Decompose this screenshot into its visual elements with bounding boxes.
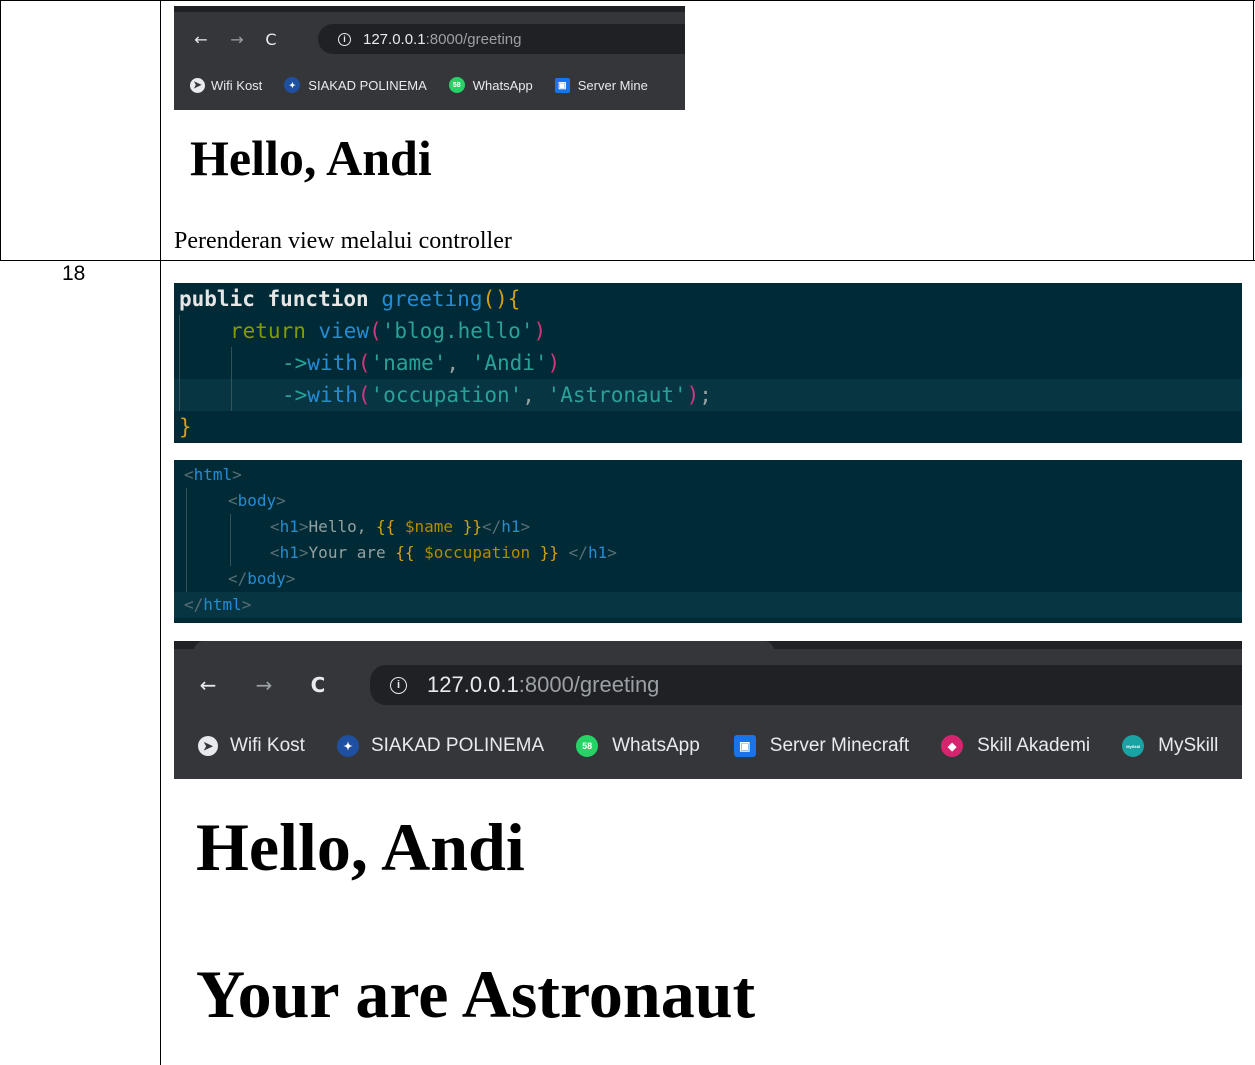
- reload-icon[interactable]: C: [261, 30, 281, 49]
- table-row-divider: [0, 260, 1255, 261]
- table-border-left: [0, 0, 1, 261]
- url-path: :8000/greeting: [425, 30, 522, 48]
- url-path: :8000/greeting: [518, 672, 660, 697]
- bookmark-server-minecraft[interactable]: ▣ Server Minecraft: [733, 735, 909, 757]
- forward-arrow-icon[interactable]: →: [252, 673, 276, 697]
- page-heading-hello: Hello, Andi: [196, 809, 525, 885]
- url-host: 127.0.0.1: [363, 30, 426, 48]
- bookmark-skill-akademi[interactable]: ◆ Skill Akademi: [941, 735, 1090, 757]
- address-bar[interactable]: i 127.0.0.1:8000/greeting: [370, 665, 1242, 705]
- bookmark-myskill[interactable]: MySkill MySkill: [1122, 735, 1218, 757]
- page-heading-small: Hello, Andi: [190, 130, 432, 186]
- browser-screenshot-large: ← → C i 127.0.0.1:8000/greeting ➤ Wifi K…: [174, 641, 1242, 1065]
- row-number: 18: [62, 262, 86, 285]
- server-icon: ▣: [554, 77, 570, 93]
- back-arrow-icon[interactable]: ←: [191, 30, 211, 49]
- bookmark-wifi-kost[interactable]: ➤ Wifi Kost: [190, 77, 262, 93]
- globe-icon: ➤: [190, 77, 205, 93]
- back-arrow-icon[interactable]: ←: [196, 673, 220, 697]
- url-host: 127.0.0.1: [427, 672, 519, 697]
- bookmark-server-minecraft[interactable]: ▣ Server Mine: [554, 77, 648, 93]
- browser-screenshot-small: ← → C i 127.0.0.1:8000/greeting ➤ Wifi K…: [174, 6, 685, 110]
- view-code-block: <html> <body> <h1>Hello, {{ $name }}</h1…: [174, 460, 1242, 623]
- myskill-icon: MySkill: [1122, 735, 1145, 757]
- table-column-divider: [160, 0, 161, 1065]
- bookmark-wifi-kost[interactable]: ➤ Wifi Kost: [198, 735, 305, 757]
- info-icon[interactable]: i: [390, 676, 407, 694]
- address-bar[interactable]: i 127.0.0.1:8000/greeting: [318, 24, 685, 54]
- server-icon: ▣: [733, 735, 756, 757]
- polinema-logo-icon: ✦: [336, 735, 359, 757]
- polinema-logo-icon: ✦: [284, 77, 301, 93]
- bookmark-siakad[interactable]: ✦ SIAKAD POLINEMA: [336, 735, 544, 757]
- forward-arrow-icon[interactable]: →: [227, 30, 247, 49]
- reload-icon[interactable]: C: [306, 673, 330, 697]
- globe-icon: ➤: [198, 736, 218, 756]
- bookmark-whatsapp[interactable]: 58 WhatsApp: [448, 77, 533, 93]
- info-icon[interactable]: i: [338, 32, 351, 46]
- bookmark-whatsapp[interactable]: 58 WhatsApp: [576, 735, 700, 757]
- controller-code-block: public function greeting(){ return view(…: [174, 283, 1242, 443]
- caption: Perenderan view melalui controller: [174, 228, 512, 254]
- page-heading-occupation: Your are Astronaut: [196, 956, 756, 1032]
- whatsapp-icon: 58: [448, 77, 465, 93]
- bookmark-siakad[interactable]: ✦ SIAKAD POLINEMA: [284, 77, 427, 93]
- whatsapp-icon: 58: [576, 735, 599, 757]
- skill-akademi-icon: ◆: [941, 735, 964, 757]
- table-border-top: [0, 0, 1255, 1]
- table-border-right: [1253, 0, 1254, 261]
